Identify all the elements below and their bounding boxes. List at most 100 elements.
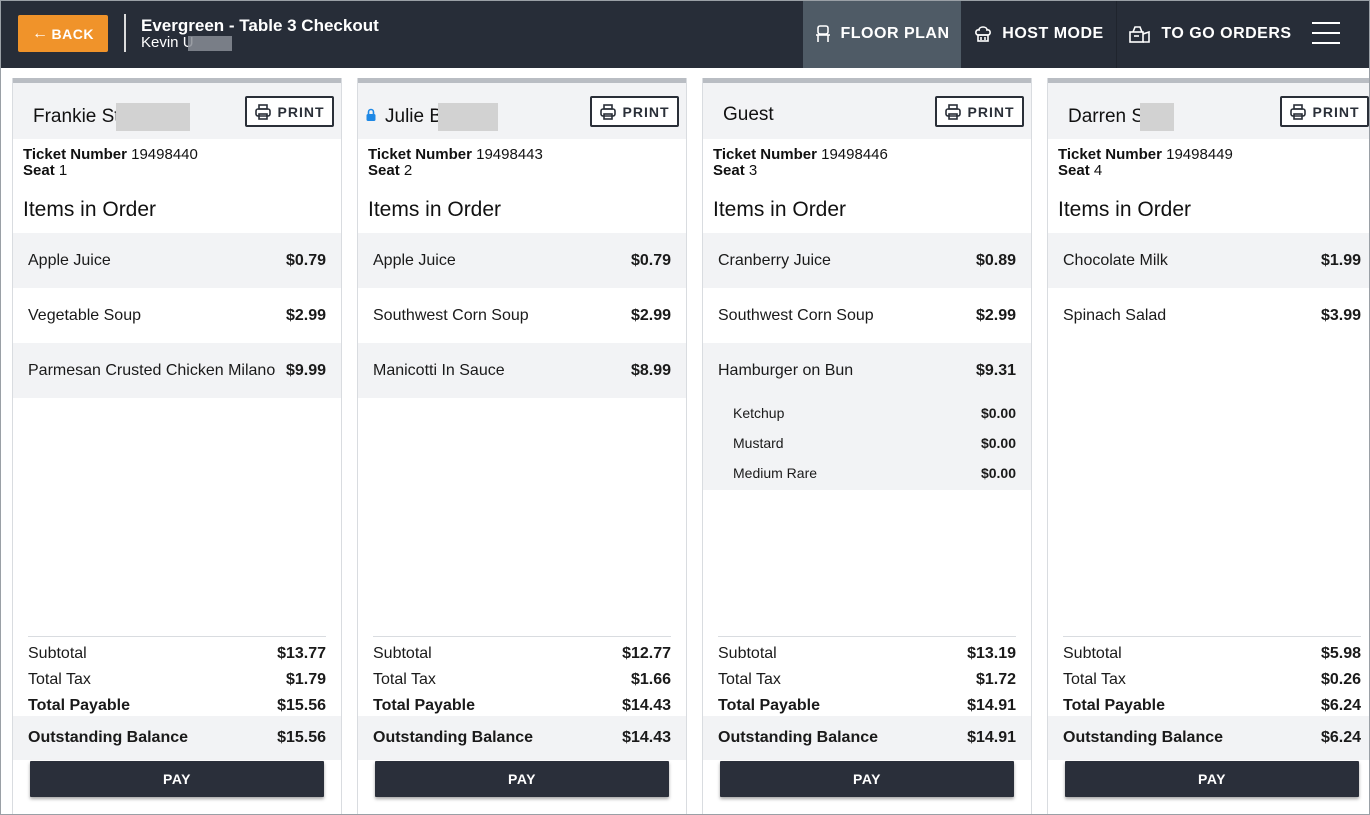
pay-button[interactable]: PAY [720, 761, 1014, 797]
order-items: Apple Juice $0.79 Vegetable Soup $2.99 Par… [13, 233, 341, 398]
outstanding-balance-label: Outstanding Balance [1063, 729, 1224, 746]
nav-floor-plan[interactable]: FLOOR PLAN [803, 0, 961, 68]
seat-number: 2 [403, 162, 413, 179]
chair-icon [815, 25, 830, 42]
seat-label: Seat [23, 162, 55, 179]
arrow-left-icon: ← [32, 24, 49, 42]
nav-host-mode[interactable]: HOST MODE [962, 0, 1117, 68]
check-column: Darren S PRINT Ticket Number 19498449 Se… [1047, 78, 1370, 815]
subtotal-value: $13.19 [967, 645, 1016, 662]
totals: Subtotal $13.77 Total Tax $1.79 Total Paya… [28, 636, 326, 715]
check-header: Darren S PRINT [1048, 83, 1370, 139]
outstanding-balance-row: Outstanding Balance $15.56 [13, 716, 341, 760]
seat-number: 3 [748, 162, 758, 179]
print-button[interactable]: PRINT [1280, 96, 1369, 127]
ticket-number: 19498443 [476, 146, 543, 163]
printer-icon [599, 103, 616, 120]
total-tax-value: $1.72 [975, 671, 1016, 688]
seat-number: 1 [58, 162, 68, 179]
item-price: $0.79 [285, 251, 326, 269]
order-item[interactable]: Manicotti In Sauce $8.99 [358, 343, 686, 398]
total-tax-value: $0.26 [1320, 671, 1361, 688]
item-name: Southwest Corn Soup [373, 306, 529, 324]
printer-icon [944, 103, 961, 120]
ticket-number: 19498440 [131, 146, 198, 163]
order-item[interactable]: Cranberry Juice $0.89 [703, 233, 1031, 288]
menu-icon[interactable] [1312, 22, 1340, 46]
redacted-blur [438, 103, 499, 131]
total-payable-label: Total Payable [28, 697, 130, 714]
item-price: $9.31 [975, 361, 1016, 379]
total-tax-value: $1.66 [630, 671, 671, 688]
seat-label: Seat [1058, 162, 1090, 179]
order-item[interactable]: Southwest Corn Soup $2.99 [358, 288, 686, 343]
print-button[interactable]: PRINT [935, 96, 1024, 127]
guest-name: Frankie St [33, 103, 190, 131]
total-payable-value: $15.56 [277, 697, 326, 714]
items-in-order-heading: Items in Order [368, 198, 502, 221]
item-name: Vegetable Soup [28, 306, 141, 324]
order-item[interactable]: Parmesan Crusted Chicken Milano $9.99 [13, 343, 341, 398]
order-item-with-modifiers[interactable]: Hamburger on Bun $9.31 Ketchup $0.00 Musta… [703, 343, 1031, 490]
subtotal-row: Subtotal $13.77 [28, 637, 326, 663]
item-modifier: Mustard $0.00 [703, 428, 1031, 458]
guest-name: Darren S [1068, 103, 1175, 131]
server-name-text: Kevin U [141, 34, 194, 51]
ticket-number-label: Ticket Number [368, 146, 472, 163]
ticket-number: 19498446 [821, 146, 888, 163]
item-price: $2.99 [975, 306, 1016, 324]
guest-name-text: Darren S [1068, 106, 1145, 128]
total-tax-label: Total Tax [1063, 671, 1126, 688]
back-button[interactable]: ← BACK [18, 15, 108, 52]
back-button-label: BACK [51, 25, 94, 42]
printer-icon [1289, 103, 1306, 120]
total-payable-row: Total Payable $6.24 [1063, 689, 1361, 715]
seat-label: Seat [368, 162, 400, 179]
order-item[interactable]: Apple Juice $0.79 [358, 233, 686, 288]
print-button[interactable]: PRINT [245, 96, 334, 127]
ticket-info: Ticket Number 19498440 Seat 1 [23, 147, 198, 179]
pay-button[interactable]: PAY [30, 761, 324, 797]
ticket-info: Ticket Number 19498446 Seat 3 [713, 147, 888, 179]
items-in-order-heading: Items in Order [23, 198, 157, 221]
redacted-blur [1140, 103, 1175, 131]
item-price: $9.99 [285, 361, 326, 379]
total-payable-row: Total Payable $14.91 [718, 689, 1016, 715]
modifier-price: $0.00 [980, 465, 1016, 481]
print-button[interactable]: PRINT [590, 96, 679, 127]
check-header: Frankie St PRINT [13, 83, 341, 139]
pay-button[interactable]: PAY [375, 761, 669, 797]
ticket-info: Ticket Number 19498449 Seat 4 [1058, 147, 1233, 179]
check-column: Guest PRINT Ticket Number 19498446 Seat … [702, 78, 1032, 815]
ticket-number-label: Ticket Number [23, 146, 127, 163]
order-item[interactable]: Southwest Corn Soup $2.99 [703, 288, 1031, 343]
total-payable-row: Total Payable $14.43 [373, 689, 671, 715]
order-item[interactable]: Apple Juice $0.79 [13, 233, 341, 288]
subtotal-label: Subtotal [718, 645, 777, 662]
redacted-blur [115, 103, 190, 131]
ticket-number: 19498449 [1166, 146, 1233, 163]
modifier-price: $0.00 [980, 405, 1016, 421]
modifier-price: $0.00 [980, 435, 1016, 451]
print-label: PRINT [277, 103, 325, 120]
order-item[interactable]: Spinach Salad $3.99 [1048, 288, 1370, 343]
item-name: Manicotti In Sauce [373, 361, 505, 379]
subtotal-label: Subtotal [373, 645, 432, 662]
order-items: Cranberry Juice $0.89 Southwest Corn Soup… [703, 233, 1031, 490]
totals: Subtotal $12.77 Total Tax $1.66 Total Paya… [373, 636, 671, 715]
subtotal-value: $12.77 [622, 645, 671, 662]
order-item[interactable]: Vegetable Soup $2.99 [13, 288, 341, 343]
check-column: Julie B PRINT Ticket Number 19498443 Sea… [357, 78, 687, 815]
nav-to-go-orders[interactable]: TO GO ORDERS [1118, 0, 1303, 68]
order-item[interactable]: Chocolate Milk $1.99 [1048, 233, 1370, 288]
item-name: Southwest Corn Soup [718, 306, 874, 324]
item-name: Apple Juice [373, 251, 456, 269]
items-in-order-heading: Items in Order [713, 198, 847, 221]
outstanding-balance-label: Outstanding Balance [718, 729, 879, 746]
outstanding-balance-row: Outstanding Balance $6.24 [1048, 716, 1370, 760]
check-header: Guest PRINT [703, 83, 1031, 139]
item-modifier: Medium Rare $0.00 [703, 458, 1031, 488]
pay-button[interactable]: PAY [1065, 761, 1359, 797]
outstanding-balance-value: $6.24 [1320, 729, 1361, 746]
items-in-order-heading: Items in Order [1058, 198, 1192, 221]
